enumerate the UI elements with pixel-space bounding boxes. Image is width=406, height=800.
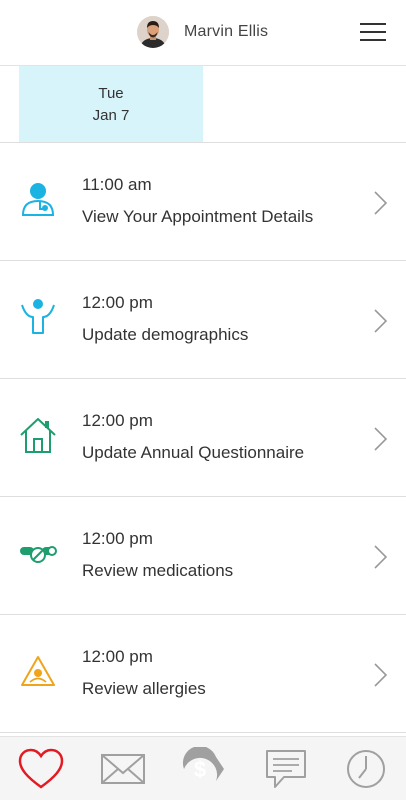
appointment-list: 11:00 am View Your Appointment Details 1… — [0, 143, 406, 733]
date-day: Jan 7 — [92, 107, 130, 124]
bottom-tab-bar: $ — [0, 736, 406, 800]
svg-text:$: $ — [194, 757, 206, 782]
appointment-title: View Your Appointment Details — [82, 207, 314, 226]
appointment-time: 12:00 pm — [82, 647, 153, 666]
chevron-right-icon — [374, 427, 388, 451]
list-item-medications[interactable]: 12:00 pm Review medications — [0, 497, 406, 615]
appointment-title: Update Annual Questionnaire — [82, 443, 305, 462]
chat-icon[interactable] — [262, 747, 310, 791]
chevron-right-icon — [374, 545, 388, 569]
list-item-demographics[interactable]: 12:00 pm Update demographics — [0, 261, 406, 379]
heart-icon[interactable] — [17, 747, 65, 791]
pills-icon — [20, 546, 57, 563]
hamburger-menu-icon[interactable] — [358, 20, 388, 44]
date-weekday: Tue — [98, 85, 124, 102]
appointment-time: 12:00 pm — [82, 411, 153, 430]
appointment-time: 11:00 am — [82, 175, 152, 194]
allergy-warning-icon — [21, 656, 55, 686]
appointment-time: 12:00 pm — [82, 529, 153, 548]
mail-icon[interactable] — [99, 747, 147, 791]
doctor-icon — [21, 183, 55, 216]
chevron-right-icon — [374, 191, 388, 215]
user-profile[interactable]: Marvin Ellis — [137, 16, 268, 48]
house-icon — [20, 418, 56, 453]
user-name: Marvin Ellis — [184, 23, 269, 40]
billing-dollar-icon[interactable]: $ — [178, 747, 226, 791]
list-item-allergies[interactable]: 12:00 pm Review allergies — [0, 615, 406, 733]
person-arms-up-icon — [21, 299, 55, 334]
chevron-right-icon — [374, 309, 388, 333]
appointment-title: Review allergies — [82, 679, 206, 698]
chevron-right-icon — [374, 663, 388, 687]
date-selector: Tue Jan 7 — [0, 66, 406, 143]
list-item-appointment-details[interactable]: 11:00 am View Your Appointment Details — [0, 143, 406, 261]
list-item-questionnaire[interactable]: 12:00 pm Update Annual Questionnaire — [0, 379, 406, 497]
appointment-title: Review medications — [82, 561, 234, 580]
appointment-title: Update demographics — [82, 325, 249, 344]
avatar[interactable] — [137, 16, 169, 48]
clock-icon[interactable] — [342, 747, 390, 791]
app-header: Marvin Ellis — [0, 0, 406, 66]
date-cell-selected[interactable]: Tue Jan 7 — [19, 66, 203, 142]
appointment-time: 12:00 pm — [82, 293, 153, 312]
